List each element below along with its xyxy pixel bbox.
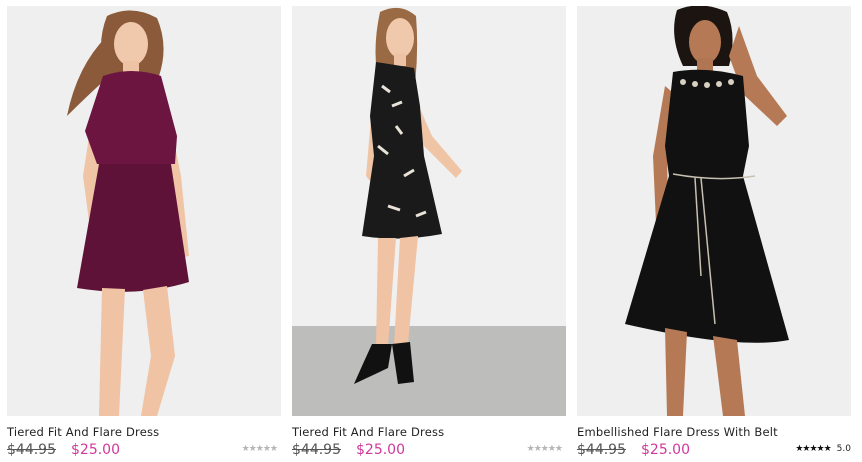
product-title[interactable]: Tiered Fit And Flare Dress xyxy=(7,425,281,439)
price-row: $44.95 $25.00 ★★★★★ xyxy=(292,441,566,461)
star-rating-icon: ★★★★★ xyxy=(526,444,563,454)
price-row: $44.95 $25.00 ★★★★★ xyxy=(7,441,281,461)
product-image[interactable] xyxy=(577,6,851,416)
product-image[interactable] xyxy=(7,6,281,416)
product-grid: Tiered Fit And Flare Dress $44.95 $25.00… xyxy=(0,0,862,462)
rating: ★★★★★ xyxy=(241,444,278,454)
product-title[interactable]: Embellished Flare Dress With Belt xyxy=(577,425,851,439)
star-rating-icon: ★★★★★ xyxy=(241,444,278,454)
rating: ★★★★★ 5.0 xyxy=(795,444,851,454)
product-image[interactable] xyxy=(292,6,566,416)
star-rating-icon: ★★★★★ xyxy=(795,444,831,454)
product-card[interactable]: Embellished Flare Dress With Belt $44.95… xyxy=(577,6,851,461)
original-price: $44.95 xyxy=(577,442,626,458)
original-price: $44.95 xyxy=(7,442,56,458)
rating: ★★★★★ xyxy=(526,444,563,454)
sale-price: $25.00 xyxy=(71,442,120,458)
product-card[interactable]: Tiered Fit And Flare Dress $44.95 $25.00… xyxy=(7,6,281,461)
original-price: $44.95 xyxy=(292,442,341,458)
rating-score: 5.0 xyxy=(836,444,851,454)
sale-price: $25.00 xyxy=(356,442,405,458)
product-title[interactable]: Tiered Fit And Flare Dress xyxy=(292,425,566,439)
product-card[interactable]: Tiered Fit And Flare Dress $44.95 $25.00… xyxy=(292,6,566,461)
model-photo xyxy=(292,6,566,416)
price-row: $44.95 $25.00 ★★★★★ 5.0 xyxy=(577,441,851,461)
sale-price: $25.00 xyxy=(641,442,690,458)
model-photo xyxy=(7,6,281,416)
model-photo xyxy=(577,6,851,416)
